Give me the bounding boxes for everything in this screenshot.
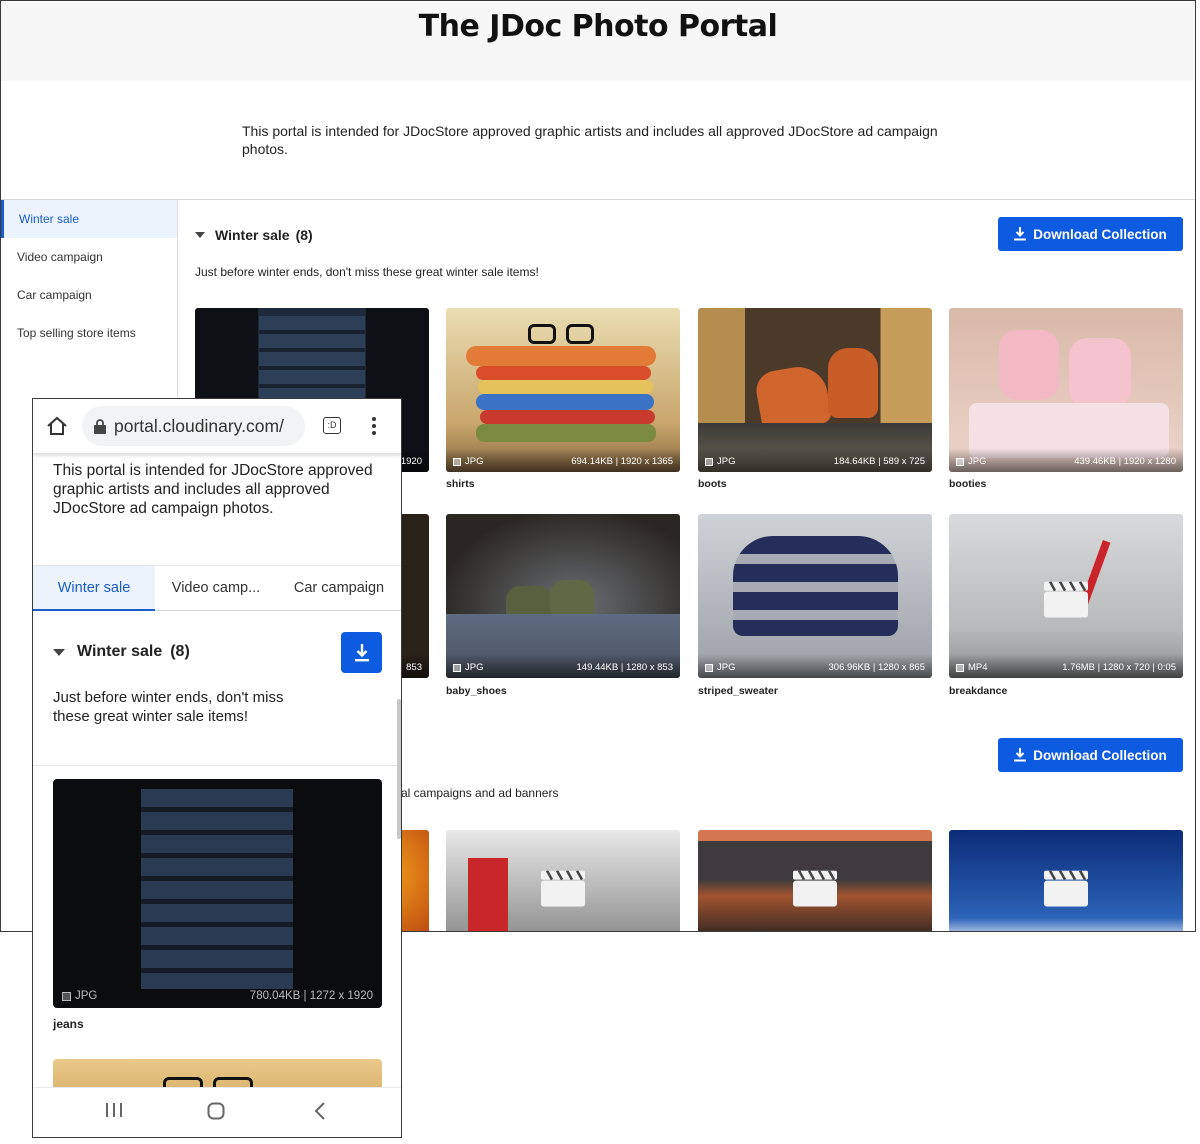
recent-apps-icon[interactable] (105, 1102, 123, 1123)
asset-card-baby-shoes[interactable]: JPG 149.44KB | 1280 x 853 (446, 514, 680, 678)
tab-video-campaign[interactable]: Video camp... (155, 566, 277, 611)
asset-info: 694.14KB | 1920 x 1365 (571, 456, 673, 467)
intro-text: This portal is intended for JDocStore ap… (53, 462, 373, 517)
section-description: Just before winter ends, don't miss thes… (195, 265, 539, 279)
video-icon (793, 870, 837, 907)
video-icon (1044, 870, 1088, 907)
back-icon[interactable] (314, 1102, 326, 1125)
image-icon (956, 457, 964, 466)
download-collection-label: Download Collection (1033, 747, 1167, 763)
asset-name: jeans (53, 1017, 84, 1031)
address-bar[interactable]: portal.cloudinary.com/ (82, 406, 305, 446)
download-collection-button[interactable]: Download Collection (998, 217, 1183, 251)
download-icon (1014, 748, 1027, 762)
asset-card-shirts[interactable]: JPG 694.14KB | 1920 x 1365 (446, 308, 680, 472)
home-button-icon[interactable] (207, 1102, 225, 1125)
asset-card-breakdance[interactable]: MP4 1.76MB | 1280 x 720 | 0:05 (949, 514, 1183, 678)
more-menu-icon[interactable] (371, 416, 377, 436)
video-icon (1044, 581, 1088, 618)
asset-info: 853 (406, 662, 422, 673)
asset-card-video-3[interactable] (698, 830, 932, 931)
asset-info: 439.46KB | 1920 x 1280 (1074, 456, 1176, 467)
image-icon (453, 663, 461, 672)
url-text: portal.cloudinary.com/ (114, 415, 284, 436)
sidebar-item-video-campaign[interactable]: Video campaign (1, 238, 177, 276)
section-header-winter-sale[interactable]: Winter sale (8) (53, 643, 190, 661)
android-nav-bar (33, 1087, 401, 1137)
home-icon[interactable] (46, 415, 68, 437)
download-button[interactable] (341, 632, 382, 673)
section-title: Winter sale (77, 643, 163, 660)
asset-format: JPG (717, 662, 736, 673)
asset-name: boots (698, 478, 727, 490)
video-file-icon (956, 663, 964, 672)
divider (33, 765, 401, 766)
asset-card-boots[interactable]: JPG 184.64KB | 589 x 725 (698, 308, 932, 472)
asset-name: baby_shoes (446, 685, 507, 697)
asset-info: 184.64KB | 589 x 725 (833, 456, 925, 467)
divider (1, 199, 1195, 200)
asset-name: booties (949, 478, 987, 490)
section-count: (8) (295, 227, 313, 243)
tab-car-campaign[interactable]: Car campaign (277, 566, 401, 611)
section-header-winter-sale[interactable]: Winter sale (8) (195, 227, 313, 243)
asset-card-video-2[interactable] (446, 830, 680, 931)
tab-bar: Winter sale Video camp... Car campaign (33, 565, 401, 611)
asset-info: 1920 (400, 456, 422, 467)
page-title: The JDoc Photo Portal (418, 9, 778, 44)
asset-format: JPG (465, 456, 484, 467)
asset-format: JPG (968, 456, 987, 467)
asset-format: JPG (75, 990, 98, 1002)
asset-card-video-4[interactable] (949, 830, 1183, 931)
browser-toolbar: portal.cloudinary.com/ :D (33, 399, 401, 454)
section-description: Just before winter ends, don't miss thes… (53, 689, 284, 725)
image-icon (62, 991, 71, 1001)
section-count: (8) (170, 643, 190, 660)
asset-info: 149.44KB | 1280 x 853 (576, 662, 674, 673)
image-icon (453, 457, 461, 466)
asset-info: 780.04KB | 1272 x 1920 (249, 990, 373, 1002)
asset-info: 306.96KB | 1280 x 865 (828, 662, 926, 673)
asset-format: JPG (717, 456, 736, 467)
scrollbar[interactable] (397, 699, 401, 839)
asset-info: 1.76MB | 1280 x 720 | 0:05 (1062, 662, 1176, 673)
sidebar-item-top-selling[interactable]: Top selling store items (1, 314, 177, 352)
section-title: Winter sale (215, 227, 290, 243)
asset-card-striped-sweater[interactable]: JPG 306.96KB | 1280 x 865 (698, 514, 932, 678)
download-icon (1014, 227, 1027, 241)
asset-format: JPG (465, 662, 484, 673)
sidebar-item-car-campaign[interactable]: Car campaign (1, 276, 177, 314)
download-collection-button-2[interactable]: Download Collection (998, 738, 1183, 772)
mobile-window: portal.cloudinary.com/ :D This portal is… (32, 398, 402, 1138)
download-icon (354, 643, 369, 661)
download-collection-label: Download Collection (1033, 226, 1167, 242)
tabs-icon[interactable]: :D (323, 417, 341, 434)
asset-name: shirts (446, 478, 475, 490)
asset-name: striped_sweater (698, 685, 778, 697)
lock-icon (94, 418, 106, 434)
asset-card-jeans[interactable]: JPG 780.04KB | 1272 x 1920 (53, 779, 382, 1008)
tab-winter-sale[interactable]: Winter sale (33, 566, 155, 611)
asset-card-booties[interactable]: JPG 439.46KB | 1920 x 1280 (949, 308, 1183, 472)
intro-text: This portal is intended for JDocStore ap… (242, 123, 938, 157)
section-description-2: al campaigns and ad banners (401, 786, 559, 800)
asset-format: MP4 (968, 662, 988, 673)
sidebar-item-winter-sale[interactable]: Winter sale (1, 200, 177, 238)
video-icon (541, 870, 585, 907)
caret-down-icon (195, 232, 205, 238)
caret-down-icon (53, 648, 65, 656)
asset-name: breakdance (949, 685, 1008, 697)
image-icon (705, 663, 713, 672)
image-icon (705, 457, 713, 466)
